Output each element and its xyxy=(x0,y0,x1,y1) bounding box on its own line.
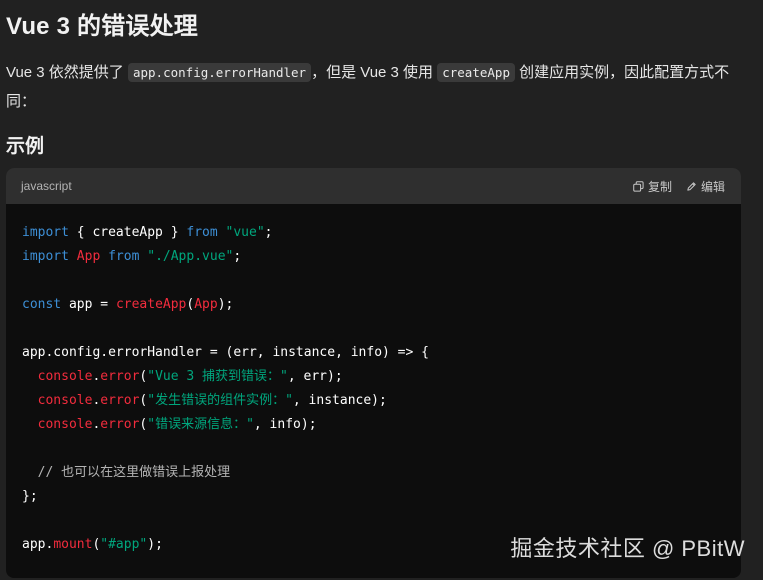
inline-code-error-handler: app.config.errorHandler xyxy=(127,63,312,82)
code-token: console xyxy=(37,417,93,432)
code-line: import { createApp } from "vue"; xyxy=(22,221,725,245)
code-token: app = xyxy=(61,297,116,312)
code-line: app.config.errorHandler = (err, instance… xyxy=(22,341,725,365)
section-title: 示例 xyxy=(6,136,45,157)
intro-paragraph: Vue 3 依然提供了 app.config.errorHandler ，但是 V… xyxy=(6,58,746,116)
copy-icon xyxy=(633,180,644,192)
code-line: import App from "./App.vue"; xyxy=(22,245,725,269)
code-token: ); xyxy=(217,297,234,312)
code-token: , instance); xyxy=(292,393,387,408)
intro-text-1: Vue 3 依然提供了 xyxy=(6,64,128,81)
edit-button[interactable]: 编辑 xyxy=(686,178,725,195)
watermark: 掘金技术社区 @ PBitW xyxy=(510,536,745,561)
code-line: console.error("发生错误的组件实例：", instance); xyxy=(22,389,725,413)
code-token: App xyxy=(76,249,101,264)
code-token: , info); xyxy=(253,417,317,432)
code-token: "错误来源信息：" xyxy=(147,417,254,432)
edit-label: 编辑 xyxy=(700,179,725,194)
code-token: app. xyxy=(22,537,54,552)
code-token: from xyxy=(108,249,140,264)
code-token: error xyxy=(100,369,140,384)
code-token: import xyxy=(22,225,69,240)
code-line: // 也可以在这里做错误上报处理 xyxy=(22,461,725,485)
code-line: console.error("错误来源信息：", info); xyxy=(22,413,725,437)
code-token: ; xyxy=(233,249,242,264)
code-token: ); xyxy=(147,537,163,552)
code-line: }; xyxy=(22,485,725,509)
code-token: error xyxy=(100,393,140,408)
code-token: import xyxy=(22,249,69,264)
code-token: "#app" xyxy=(100,537,148,552)
code-content: import { createApp } from "vue"; import A… xyxy=(6,204,741,557)
code-token: const xyxy=(22,297,62,312)
code-token: "./App.vue" xyxy=(147,249,234,264)
code-block: javascript 复制 编辑 import {createApp} fr… xyxy=(6,168,741,578)
code-token: "Vue 3 捕获到错误：" xyxy=(147,369,288,384)
inline-code-create-app: createApp xyxy=(437,63,515,82)
code-token: createApp xyxy=(115,297,187,312)
code-block-header: javascript 复制 编辑 xyxy=(6,168,741,204)
code-token: mount xyxy=(53,537,93,552)
code-token: error xyxy=(100,417,140,432)
code-token: app.config.errorHandler = (err, instance… xyxy=(22,345,429,360)
code-token: , err); xyxy=(287,369,343,384)
code-token: }; xyxy=(22,489,38,504)
code-token: "发生错误的组件实例：" xyxy=(147,393,293,408)
code-token: ; xyxy=(264,225,273,240)
code-token: console xyxy=(37,369,93,384)
code-token: console xyxy=(37,393,93,408)
page-title: Vue 3 的错误处理 xyxy=(6,13,199,40)
code-token: "vue" xyxy=(225,225,265,240)
code-token: // 也可以在这里做错误上报处理 xyxy=(22,465,231,480)
code-line: const app = createApp(App); xyxy=(22,293,725,317)
code-actions: 复制 编辑 xyxy=(633,178,725,195)
code-language-label: javascript xyxy=(21,179,72,193)
article-page: Vue 3 的错误处理 Vue 3 依然提供了 app.config.error… xyxy=(0,0,763,580)
code-token: { createApp } xyxy=(68,225,187,240)
edit-pen-icon xyxy=(686,181,697,192)
intro-text-2: ，但是 Vue 3 使用 xyxy=(311,64,438,81)
code-token: App xyxy=(194,297,218,312)
code-token: from xyxy=(186,225,218,240)
copy-label: 复制 xyxy=(647,179,672,194)
copy-button[interactable]: 复制 xyxy=(633,178,672,195)
code-line: console.error("Vue 3 捕获到错误：", err); xyxy=(22,365,725,389)
